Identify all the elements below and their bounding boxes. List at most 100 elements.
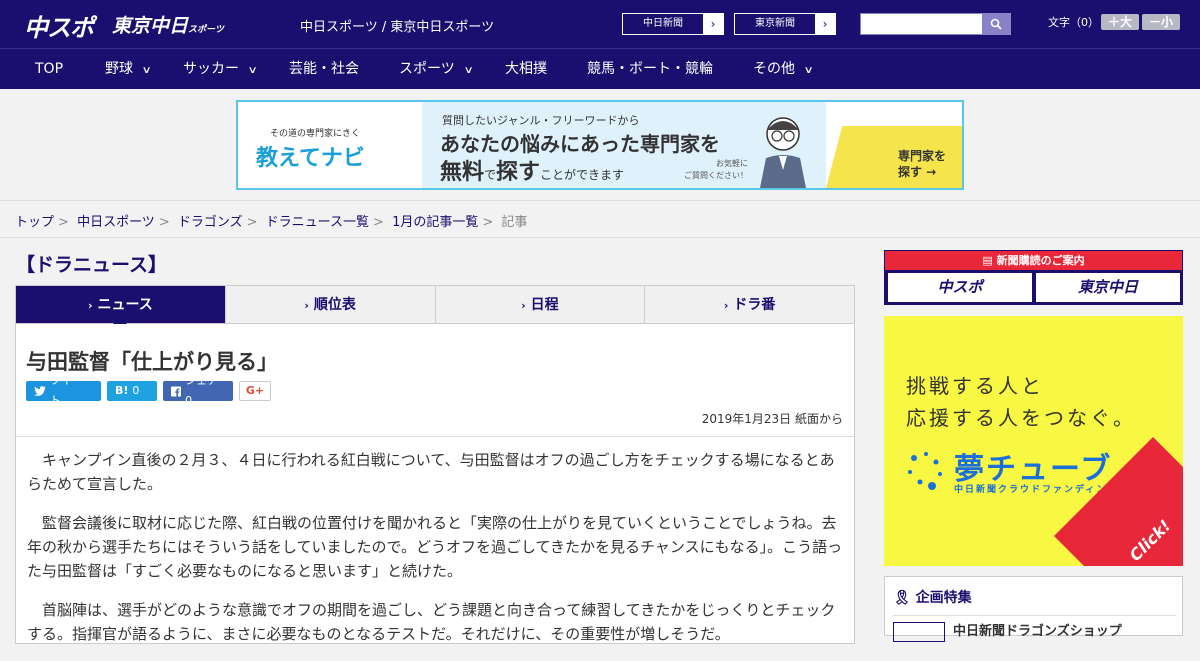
nav-top[interactable]: TOP xyxy=(35,49,63,90)
tokyo-shimbun-link[interactable]: 東京新聞 › xyxy=(734,13,836,35)
hatena-bookmark-button[interactable]: B! 0 xyxy=(107,381,157,401)
tweet-button[interactable]: ツイート xyxy=(26,374,101,407)
ad-copy-line2: 応援する人をつなぐ。 xyxy=(906,406,1136,430)
site-header: 中スポ 東京中日スポーツ 中日スポーツ / 東京中日スポーツ 中日新聞 › 東京… xyxy=(0,0,1200,48)
feature-heading: 🎗 企画特集 xyxy=(893,587,972,607)
news-tabs: › ニュース › 順位表 › 日程 › ドラ番 xyxy=(15,285,855,331)
nav-sumo[interactable]: 大相撲 xyxy=(505,49,547,90)
feature-heading-text: 企画特集 xyxy=(915,590,972,606)
tab-label: ドラ番 xyxy=(733,297,776,313)
oshiete-navi-banner[interactable]: その道の専門家にきく 教えてナビ 質問したいジャンル・フリーワードから あなたの… xyxy=(236,100,964,190)
twitter-bird-icon xyxy=(34,386,46,396)
yume-tube-ad[interactable]: 挑戦する人と 応援する人をつなぐ。 夢チューブ 中日新聞クラウドファンディング … xyxy=(884,316,1183,566)
breadcrumb-separator: > xyxy=(58,215,69,230)
chunichi-link-label: 中日新聞 xyxy=(643,18,683,29)
breadcrumb-dragons[interactable]: ドラゴンズ xyxy=(178,215,243,230)
tab-label: ニュース xyxy=(97,297,153,313)
subscription-heading-text: 新聞購読のご案内 xyxy=(996,254,1085,267)
chevron-down-icon: ∨ xyxy=(463,65,474,76)
banner-note: お気軽に ご質問ください！ xyxy=(684,159,748,180)
article-dateline: 2019年1月23日 紙面から xyxy=(701,412,843,426)
breadcrumb-separator: > xyxy=(482,215,494,230)
facebook-share-label: シェア 0 xyxy=(185,374,219,407)
font-smaller-button[interactable]: －小 xyxy=(1142,14,1180,30)
tokyo-logo-text: 東京中日 xyxy=(112,15,189,37)
chevron-right-icon: › xyxy=(723,299,729,312)
nav-label: 芸能・社会 xyxy=(289,61,359,77)
facebook-share-button[interactable]: シェア 0 xyxy=(163,374,233,407)
nav-racing[interactable]: 競馬・ボート・競輪 xyxy=(587,49,713,90)
article-body: キャンプイン直後の２月３、４日に行われる紅白戦について、与田監督はオフの過ごし方… xyxy=(27,448,844,661)
ribbon-icon: 🎗 xyxy=(893,590,916,606)
ad-subtitle: 中日新聞クラウドファンディング xyxy=(954,485,1119,495)
article-paragraph: 首脳陣は、選手がどのような意識でオフの期間を過ごし、どう課題と向き合って練習して… xyxy=(27,601,836,643)
chevron-right-icon: › xyxy=(521,299,526,312)
social-share-bar: ツイート B! 0 シェア 0 G+ xyxy=(26,374,271,407)
nav-label: 大相撲 xyxy=(505,61,547,77)
banner-search: 探す xyxy=(496,160,541,185)
tab-standings[interactable]: › 順位表 xyxy=(226,286,436,323)
tokyo-chunichi-logo[interactable]: 東京中日スポーツ xyxy=(112,11,224,38)
nav-other[interactable]: その他 ∨ xyxy=(753,49,814,90)
site-tagline: 中日スポーツ / 東京中日スポーツ xyxy=(300,20,495,35)
chevron-down-icon: ∨ xyxy=(247,65,258,76)
chevron-right-icon: › xyxy=(703,14,723,34)
nav-soccer[interactable]: サッカー ∨ xyxy=(183,49,258,90)
google-plus-button[interactable]: G+ xyxy=(239,381,271,401)
breadcrumb-month-list[interactable]: 1月の記事一覧 xyxy=(392,215,478,230)
nav-entertainment[interactable]: 芸能・社会 xyxy=(289,49,359,90)
nav-label: その他 xyxy=(753,61,795,77)
chevron-down-icon: ∨ xyxy=(141,65,152,76)
search-button[interactable] xyxy=(982,14,1010,34)
breadcrumb-news-list[interactable]: ドラニュース一覧 xyxy=(266,215,369,230)
banner-line2: あなたの悩みにあった専門家を xyxy=(440,132,720,156)
facebook-icon xyxy=(171,385,182,397)
tab-doraban[interactable]: › ドラ番 xyxy=(645,286,854,323)
section-title: 【ドラニュース】 xyxy=(16,254,168,276)
banner-cta-area: 専門家を 探す → xyxy=(826,126,962,188)
subscribe-tokyo-button[interactable]: 東京中日 xyxy=(1036,273,1180,302)
chuspo-logo[interactable]: 中スポ xyxy=(24,8,94,43)
banner-line1: 質問したいジャンル・フリーワードから xyxy=(442,114,640,127)
feature-item[interactable]: 中日新聞ドラゴンズショップ xyxy=(893,615,1176,642)
breadcrumb-current: 記事 xyxy=(501,215,528,230)
tokyo-link-label: 東京新聞 xyxy=(755,18,795,29)
breadcrumb-bar: トップ > 中日スポーツ > ドラゴンズ > ドラニュース一覧 > 1月の記事一覧 > 記… xyxy=(0,200,1200,238)
breadcrumb-separator: > xyxy=(158,215,170,230)
tab-schedule[interactable]: › 日程 xyxy=(436,286,646,323)
nav-sports[interactable]: スポーツ ∨ xyxy=(399,49,474,90)
font-larger-button[interactable]: ＋大 xyxy=(1101,14,1139,30)
nav-label: 競馬・ボート・競輪 xyxy=(587,61,713,77)
tokyo-logo-small: スポーツ xyxy=(188,25,224,35)
article: 与田監督「仕上がり見る」 ツイート B! 0 シェア 0 G+ 2019年1月2… xyxy=(15,324,855,644)
banner-brand: 教えてナビ xyxy=(256,146,365,171)
subscription-box: ▤ 新聞購読のご案内 中スポ 東京中日 xyxy=(884,250,1183,305)
sparkle-dots-icon xyxy=(908,452,942,490)
hatena-b-icon: B! xyxy=(115,384,129,397)
tweet-label: ツイート xyxy=(49,374,83,407)
subscription-heading: ▤ 新聞購読のご案内 xyxy=(885,251,1182,270)
banner-line3: 無料で探すことができます xyxy=(440,154,624,186)
breadcrumb: トップ > 中日スポーツ > ドラゴンズ > ドラニュース一覧 > 1月の記事一覧 > 記… xyxy=(15,211,527,230)
breadcrumb-top[interactable]: トップ xyxy=(15,215,54,230)
banner-cta: 専門家を 探す → xyxy=(898,149,947,179)
feature-box: 🎗 企画特集 中日新聞ドラゴンズショップ xyxy=(884,576,1183,642)
banner-brand-area: その道の専門家にきく 教えてナビ xyxy=(238,102,422,188)
article-divider xyxy=(16,436,854,437)
nav-label: サッカー xyxy=(183,61,239,77)
article-paragraph: キャンプイン直後の２月３、４日に行われる紅白戦について、与田監督はオフの過ごし方… xyxy=(27,451,835,493)
breadcrumb-separator: > xyxy=(246,215,258,230)
nav-baseball[interactable]: 野球 ∨ xyxy=(105,49,152,90)
nav-label: スポーツ xyxy=(399,61,455,77)
banner-free: 無料 xyxy=(440,160,485,185)
breadcrumb-chuspo[interactable]: 中日スポーツ xyxy=(77,215,155,230)
chevron-down-icon: ∨ xyxy=(803,65,814,76)
subscribe-chuspo-button[interactable]: 中スポ xyxy=(888,273,1032,302)
newspaper-icon: ▤ xyxy=(982,254,997,267)
search-icon xyxy=(990,18,1002,30)
ad-copy: 挑戦する人と 応援する人をつなぐ。 xyxy=(906,370,1136,434)
tab-news[interactable]: › ニュース xyxy=(16,286,226,331)
font-size-label: 文字（0） xyxy=(1048,16,1099,29)
banner-small-text: その道の専門家にきく xyxy=(270,129,361,139)
chunichi-shimbun-link[interactable]: 中日新聞 › xyxy=(622,13,724,35)
